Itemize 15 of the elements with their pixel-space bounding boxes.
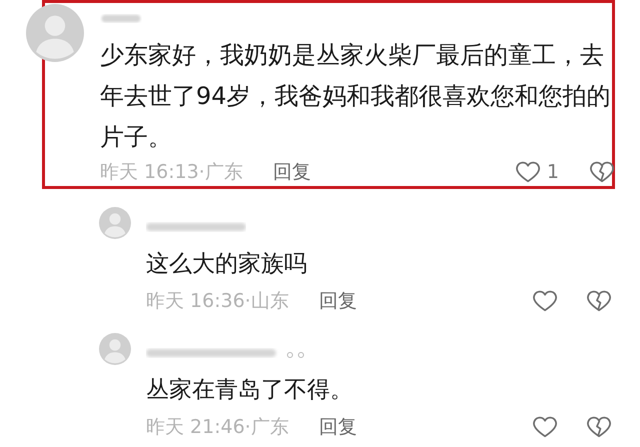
reply-link[interactable]: 回复 — [272, 159, 311, 186]
broken-heart-icon[interactable] — [586, 414, 612, 440]
broken-heart-icon[interactable] — [586, 288, 612, 314]
comment-text: 少东家好，我奶奶是丛家火柴厂最后的童工，去年去世了94岁，我爸妈和我都很喜欢您和您拍的片子。 — [100, 40, 612, 154]
heart-icon[interactable] — [532, 288, 558, 314]
heart-icon[interactable] — [532, 414, 558, 440]
blurred-username — [100, 12, 142, 26]
comment-time: 昨天 16:13·广东 — [100, 160, 243, 186]
comment-text: 丛家在青岛了不得。 — [146, 376, 354, 405]
reply-link[interactable]: 回复 — [318, 288, 357, 314]
comment-text: 这么大的家族吗 — [146, 250, 308, 279]
comment-time: 昨天 16:36·山东 — [146, 289, 289, 314]
reply-link[interactable]: 回复 — [318, 414, 357, 440]
like-count: 1 — [546, 161, 559, 184]
comment-time: 昨天 21:46·广东 — [146, 415, 289, 440]
